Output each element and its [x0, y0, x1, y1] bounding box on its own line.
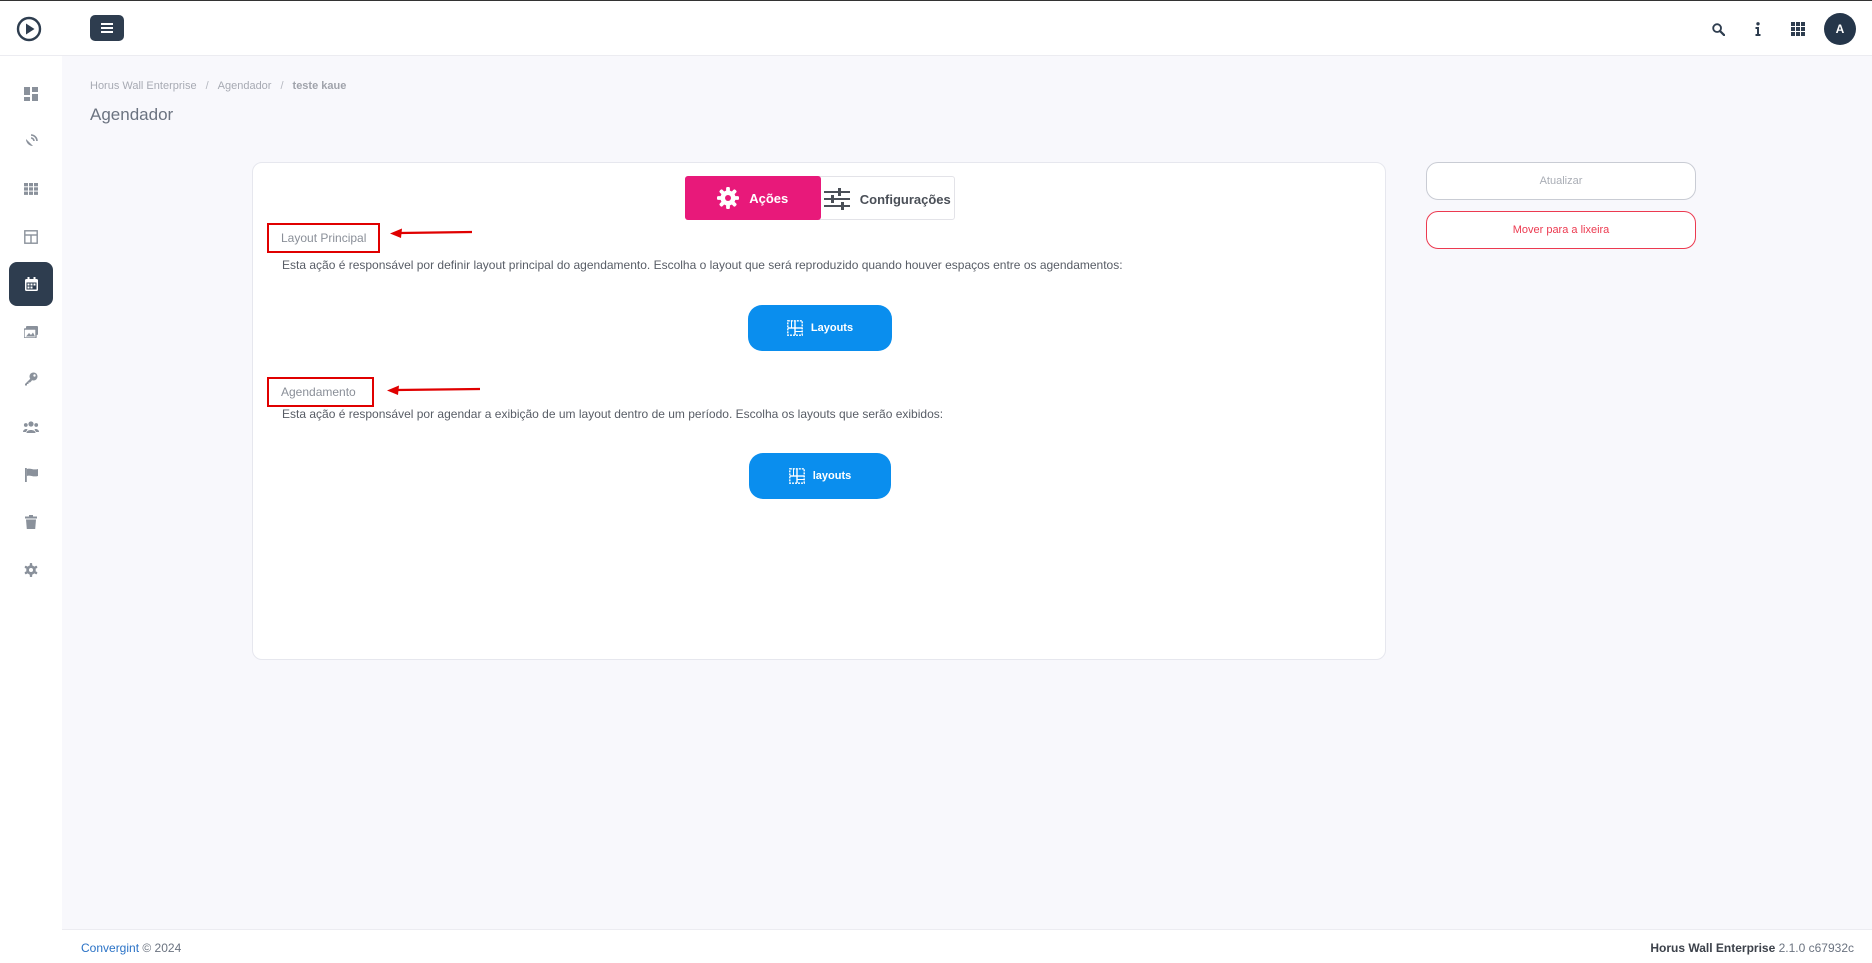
layout-grid-icon: [787, 320, 803, 336]
user-avatar[interactable]: A: [1824, 13, 1856, 45]
sidebar-item-users[interactable]: [9, 405, 53, 449]
footer-copyright-text: © 2024: [142, 941, 182, 955]
section-description-layout-principal: Esta ação é responsável por definir layo…: [282, 258, 1123, 272]
sidebar-item-sources[interactable]: [9, 119, 53, 163]
breadcrumb-item-home[interactable]: Horus Wall Enterprise: [90, 80, 197, 92]
search-icon: [1711, 22, 1725, 36]
search-button[interactable]: [1698, 13, 1738, 45]
breadcrumb-separator: /: [205, 80, 209, 92]
layouts-button-agendamento[interactable]: layouts: [749, 453, 891, 499]
tab-acoes-label: Ações: [749, 190, 789, 206]
sidebar-item-walls[interactable]: [9, 167, 53, 211]
dashboard-icon: [24, 87, 38, 101]
breadcrumb-item-scheduler[interactable]: Agendador: [218, 80, 272, 92]
breadcrumb: Horus Wall Enterprise / Agendador / test…: [90, 80, 346, 92]
info-icon: [1755, 22, 1761, 36]
layouts-button-principal-label: Layouts: [810, 322, 854, 334]
layouts-button-principal[interactable]: Layouts: [748, 305, 892, 351]
footer-version-text: 2.1.0 c67932c: [1778, 941, 1854, 955]
satellite-dish-icon: [26, 134, 38, 146]
sidebar-item-media[interactable]: [9, 310, 53, 354]
gear-icon: [717, 187, 740, 209]
sidebar-item-scheduler[interactable]: [9, 262, 53, 306]
footer-product-name: Horus Wall Enterprise: [1650, 941, 1776, 955]
update-button[interactable]: Atualizar: [1426, 162, 1696, 200]
apps-grid-icon: [1791, 22, 1805, 36]
breadcrumb-separator: /: [280, 80, 284, 92]
breadcrumb-item-current: teste kaue: [292, 80, 347, 92]
images-icon: [24, 326, 38, 338]
tab-acoes[interactable]: Ações: [685, 176, 821, 220]
page-title: Agendador: [90, 105, 174, 124]
sidebar-item-keys[interactable]: [9, 357, 53, 401]
gear-icon: [24, 563, 38, 577]
tab-configuracoes-label: Configurações: [859, 191, 951, 207]
section-label-agendamento: Agendamento: [267, 377, 374, 407]
play-logo-icon[interactable]: [16, 16, 42, 42]
footer-copyright: Convergint © 2024: [81, 941, 181, 955]
tab-configuracoes[interactable]: Configurações: [821, 177, 955, 221]
calendar-icon: [24, 277, 38, 291]
sidebar-item-dashboard[interactable]: [9, 72, 53, 116]
apps-button[interactable]: [1778, 13, 1818, 45]
top-actions: A: [1698, 13, 1856, 45]
sidebar-item-layouts[interactable]: [9, 215, 53, 259]
footer-brand-link[interactable]: Convergint: [81, 941, 139, 955]
layouts-button-agendamento-label: layouts: [812, 470, 852, 482]
footer: Convergint © 2024 Horus Wall Enterprise …: [62, 929, 1872, 963]
flag-icon: [24, 468, 38, 482]
sidebar: [0, 56, 62, 963]
top-bar: A: [0, 0, 1872, 56]
sidebar-item-trash[interactable]: [9, 500, 53, 544]
users-icon: [23, 421, 39, 433]
info-button[interactable]: [1738, 13, 1778, 45]
layout-grid-icon: [788, 468, 805, 484]
sliders-icon: [823, 188, 850, 210]
hamburger-menu-button[interactable]: [90, 15, 124, 41]
grid-icon: [24, 183, 38, 195]
hamburger-icon: [101, 23, 113, 33]
annotation-arrow-icon: [390, 228, 472, 238]
layout-icon: [24, 230, 38, 244]
section-label-layout-principal: Layout Principal: [267, 223, 380, 253]
sidebar-item-alerts[interactable]: [9, 453, 53, 497]
trash-icon: [25, 515, 37, 529]
tab-bar: Ações Configurações: [685, 176, 955, 220]
sidebar-item-settings[interactable]: [9, 548, 53, 592]
section-description-agendamento: Esta ação é responsável por agendar a ex…: [282, 407, 944, 421]
annotation-arrow-icon: [387, 385, 480, 395]
scheduler-card: Ações Configurações Layout Principal Est…: [252, 162, 1386, 660]
footer-version: Horus Wall Enterprise 2.1.0 c67932c: [1650, 941, 1854, 955]
key-icon: [25, 372, 38, 386]
move-to-trash-button[interactable]: Mover para a lixeira: [1426, 211, 1696, 249]
